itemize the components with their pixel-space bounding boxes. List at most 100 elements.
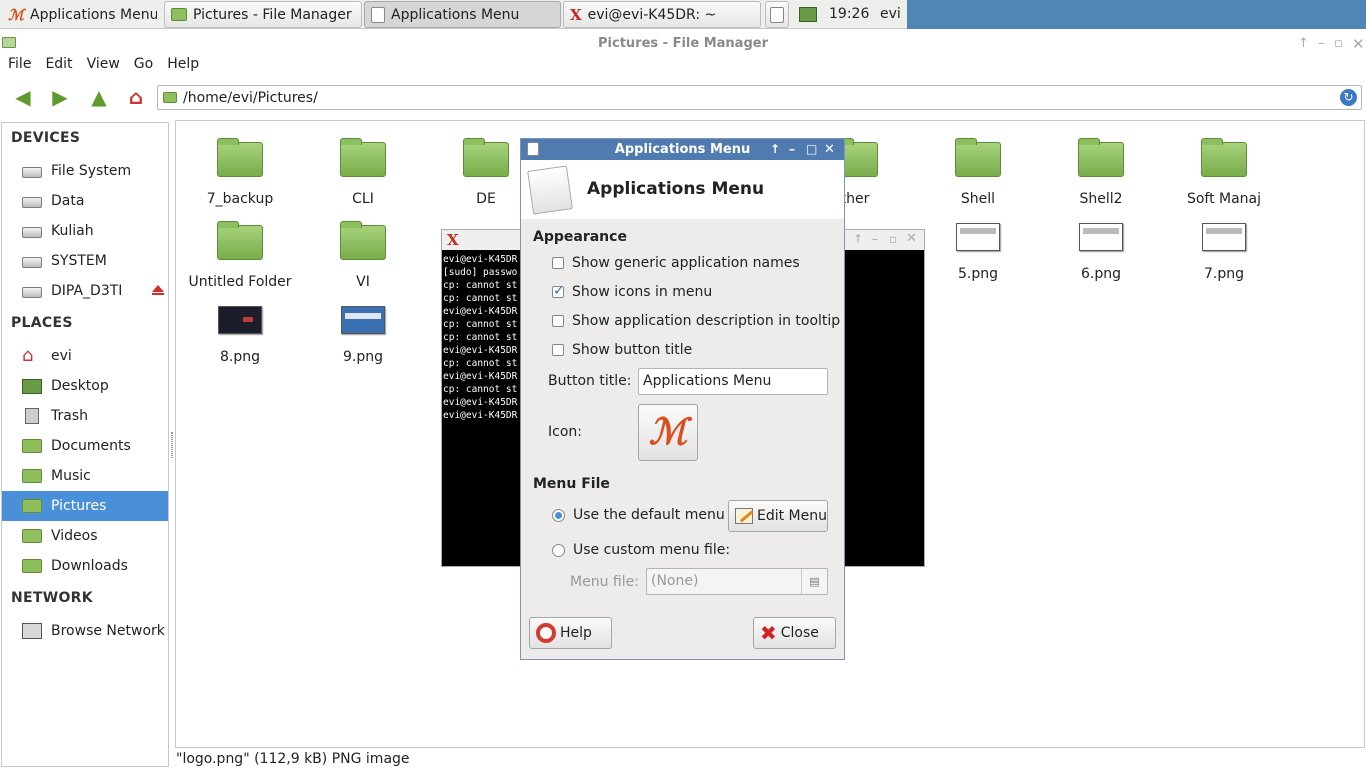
sidebar-item-desktop[interactable]: Desktop <box>2 371 168 401</box>
clock[interactable]: 19:26 <box>829 6 869 22</box>
task-applications-menu[interactable]: Applications Menu <box>364 1 561 28</box>
location-bar[interactable]: /home/evi/Pictures/ ↻ <box>157 85 1362 110</box>
file-item[interactable]: 6.png <box>1046 223 1156 282</box>
maximize-icon[interactable]: ▫ <box>889 232 897 246</box>
radio-unselected[interactable] <box>552 543 565 557</box>
menu-help[interactable]: Help <box>167 55 199 73</box>
file-item[interactable]: Shell <box>923 138 1033 207</box>
sidebar-item-system[interactable]: SYSTEM <box>2 246 168 276</box>
show-icons-checkbox[interactable]: Show icons in menu <box>552 283 712 300</box>
reload-icon[interactable]: ↻ <box>1340 89 1357 106</box>
file-item[interactable]: 5.png <box>923 223 1033 282</box>
file-item[interactable]: 9.png <box>308 306 418 365</box>
up-arrow-icon[interactable]: ▲ <box>88 85 110 109</box>
terminal-line: cp: cannot st <box>443 358 518 369</box>
close-icon[interactable]: ✕ <box>824 139 835 160</box>
terminal-icon: X <box>570 5 582 24</box>
menu-edit[interactable]: Edit <box>45 55 72 73</box>
radio-selected[interactable] <box>552 508 565 522</box>
folder-icon <box>463 138 509 177</box>
sidebar-item-evi[interactable]: ⌂ evi <box>2 341 168 371</box>
file-name: Shell2 <box>1079 191 1123 207</box>
pane-resize-handle[interactable] <box>171 432 173 458</box>
custom-menu-radio[interactable]: Use custom menu file: <box>552 542 730 558</box>
terminal-output[interactable]: evi@evi-K45DR [sudo] passwo cp: cannot s… <box>443 253 521 422</box>
menu-file-chooser[interactable]: (None) ▤ <box>646 568 828 595</box>
keep-above-icon[interactable]: ↑ <box>853 232 863 246</box>
help-button[interactable]: Help <box>529 617 612 649</box>
edit-menu-button[interactable]: Edit Menu <box>728 500 828 532</box>
sidebar-item-music[interactable]: Music <box>2 461 168 491</box>
show-generic-names-checkbox[interactable]: Show generic application names <box>552 255 800 271</box>
checkbox-box[interactable] <box>552 315 564 327</box>
eject-icon[interactable] <box>152 285 164 295</box>
workspace-icon[interactable] <box>799 7 817 22</box>
pictures-folder-icon <box>22 499 42 513</box>
minimize-icon[interactable]: – <box>789 139 795 160</box>
sidebar-item-trash[interactable]: Trash <box>2 401 168 431</box>
sidebar-header-devices: DEVICES <box>11 130 81 146</box>
checkbox-box[interactable] <box>552 344 564 356</box>
sidebar-item-label: File System <box>51 163 132 179</box>
file-item[interactable]: 8.png <box>185 306 295 365</box>
dialog-titlebar[interactable]: Applications Menu ↑ – □ ✕ <box>521 139 844 160</box>
sidebar-item-data[interactable]: Data <box>2 186 168 216</box>
file-item[interactable]: Soft Manaj <box>1169 138 1279 207</box>
task-file-manager[interactable]: Pictures - File Manager <box>164 1 362 28</box>
show-desktop-button[interactable] <box>765 1 789 28</box>
xfce-logo-icon: ℳ <box>648 411 688 453</box>
close-icon[interactable]: ✕ <box>1352 33 1365 55</box>
sidebar-item-kuliah[interactable]: Kuliah <box>2 216 168 246</box>
close-button[interactable]: ✖ Close <box>753 617 836 649</box>
checkbox-box[interactable] <box>552 257 564 269</box>
button-label: Edit Menu <box>757 508 827 524</box>
icon-button[interactable]: ℳ <box>638 404 698 461</box>
dialog-header: Applications Menu <box>521 160 844 219</box>
close-icon[interactable]: ✕ <box>906 231 917 246</box>
image-thumbnail-icon <box>1079 223 1123 251</box>
sidebar-item-browse-network[interactable]: Browse Network <box>2 616 168 646</box>
drive-icon <box>22 227 42 238</box>
music-folder-icon <box>22 469 42 483</box>
file-item[interactable]: Shell2 <box>1046 138 1156 207</box>
checkbox-label: Show application description in tooltip <box>572 313 841 329</box>
sidebar-item-label: Trash <box>51 408 88 424</box>
menu-view[interactable]: View <box>87 55 120 73</box>
file-name: 7_backup <box>206 191 274 207</box>
sidebar-item-downloads[interactable]: Downloads <box>2 551 168 581</box>
sidebar-item-label: Downloads <box>51 558 128 574</box>
sidebar-item-dipa-d3ti[interactable]: DIPA_D3TI <box>2 276 168 306</box>
file-item[interactable]: 7.png <box>1169 223 1279 282</box>
file-name: 9.png <box>342 349 383 365</box>
sidebar-item-file-system[interactable]: File System <box>2 156 168 186</box>
applications-menu-button[interactable]: ℳ Applications Menu <box>2 1 157 28</box>
folder-browse-icon[interactable]: ▤ <box>801 569 827 594</box>
default-menu-radio[interactable]: Use the default menu <box>552 507 725 523</box>
button-title-input[interactable]: Applications Menu <box>638 368 828 395</box>
menu-file[interactable]: File <box>8 55 31 73</box>
user-name[interactable]: evi <box>880 6 901 22</box>
keep-above-icon[interactable]: ↑ <box>770 139 780 160</box>
sidebar-item-documents[interactable]: Documents <box>2 431 168 461</box>
show-button-title-checkbox[interactable]: Show button title <box>552 342 692 358</box>
forward-arrow-icon[interactable]: ▶ <box>49 85 71 109</box>
maximize-icon[interactable]: ▫ <box>1334 33 1343 55</box>
show-description-checkbox[interactable]: Show application description in tooltip <box>552 313 840 329</box>
task-terminal[interactable]: X evi@evi-K45DR: ~ <box>563 1 761 28</box>
file-item[interactable]: 7_backup <box>185 138 295 207</box>
keep-above-icon[interactable]: ↑ <box>1298 33 1309 55</box>
back-arrow-icon[interactable]: ◀ <box>12 85 34 109</box>
file-item[interactable]: VI <box>308 221 418 290</box>
minimize-icon[interactable]: – <box>872 232 878 246</box>
menu-file-header: Menu File <box>533 476 610 492</box>
minimize-icon[interactable]: – <box>1318 33 1325 55</box>
terminal-line: evi@evi-K45DR <box>443 397 518 408</box>
checkbox-box-checked[interactable] <box>552 283 565 299</box>
home-icon[interactable]: ⌂ <box>125 85 147 109</box>
sidebar-item-videos[interactable]: Videos <box>2 521 168 551</box>
menu-go[interactable]: Go <box>134 55 153 73</box>
file-item[interactable]: CLI <box>308 138 418 207</box>
sidebar-item-pictures[interactable]: Pictures <box>2 491 168 521</box>
maximize-icon[interactable]: □ <box>806 139 817 160</box>
file-item[interactable]: Untitled Folder <box>185 221 295 290</box>
